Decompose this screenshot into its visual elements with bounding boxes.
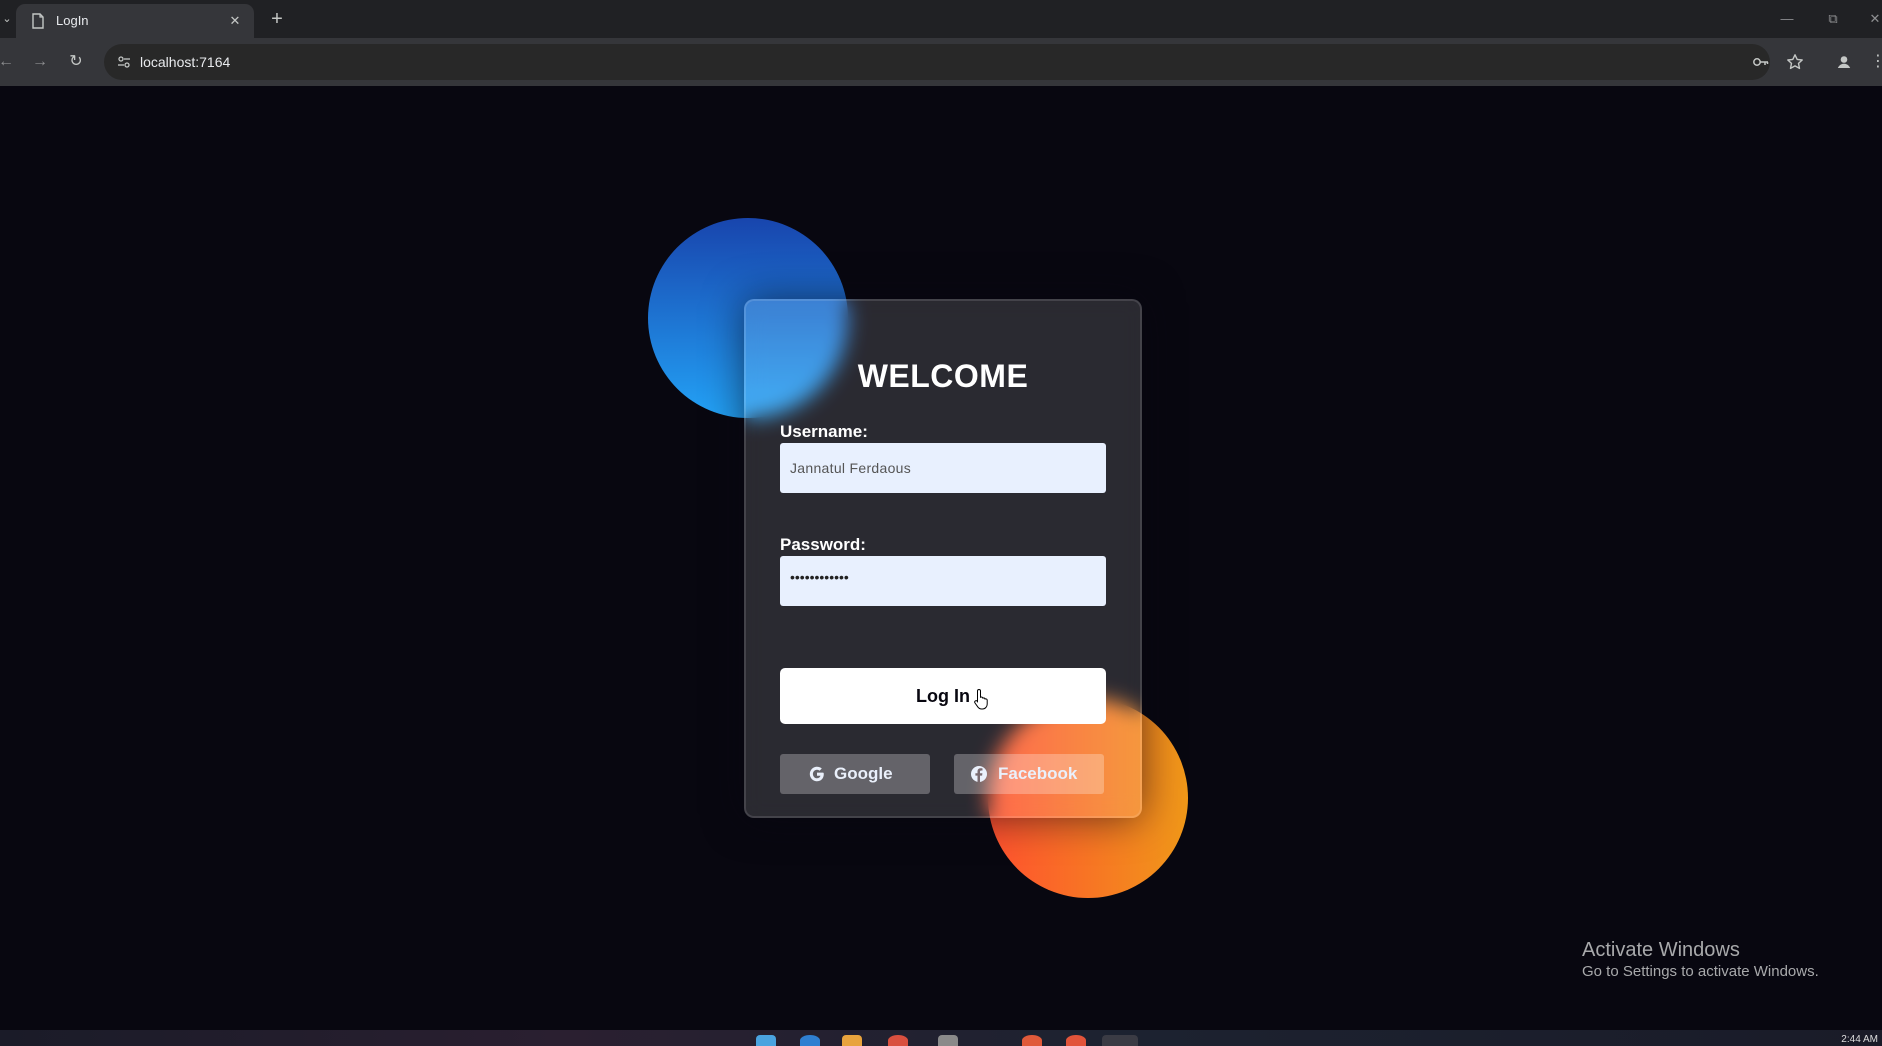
forward-arrow-icon[interactable]: →: [28, 50, 52, 74]
taskbar-folder-icon[interactable]: [842, 1035, 862, 1046]
tab-close-icon[interactable]: ✕: [226, 12, 244, 30]
site-info-icon[interactable]: [116, 54, 132, 70]
page-favicon-icon: [32, 13, 44, 29]
bookmark-star-icon[interactable]: [1786, 53, 1804, 71]
page-viewport: WELCOME Username: Jannatul Ferdaous Pass…: [0, 86, 1882, 1030]
facebook-button-label: Facebook: [998, 764, 1078, 783]
username-label: Username:: [780, 422, 868, 441]
password-key-icon[interactable]: [1752, 53, 1770, 71]
tab-title: LogIn: [56, 13, 89, 28]
tab-search-chevron-icon[interactable]: ⌄: [0, 10, 14, 28]
taskbar-clock: 2:44 AM: [1841, 1034, 1878, 1045]
profile-avatar-icon[interactable]: [1834, 52, 1854, 72]
start-windows-icon[interactable]: [756, 1035, 776, 1046]
login-button-label: Log In: [916, 686, 970, 706]
facebook-f-icon: [971, 766, 987, 782]
taskbar-edge-icon[interactable]: [800, 1035, 820, 1046]
taskbar-app3-icon[interactable]: [1066, 1035, 1086, 1046]
google-login-button[interactable]: Google: [780, 754, 930, 794]
back-arrow-icon[interactable]: ←: [0, 50, 18, 74]
reload-icon[interactable]: ↻: [64, 50, 88, 74]
password-masked-value: ••••••••••••: [790, 569, 849, 585]
new-tab-plus-icon[interactable]: +: [266, 8, 288, 30]
login-button[interactable]: Log In: [780, 668, 1106, 724]
google-g-icon: [809, 766, 824, 782]
taskbar-chrome-icon[interactable]: [888, 1035, 908, 1046]
browser-tab[interactable]: LogIn ✕: [16, 4, 254, 38]
url-text: localhost:7164: [140, 54, 231, 70]
username-input[interactable]: Jannatul Ferdaous: [780, 443, 1106, 493]
google-button-label: Google: [834, 764, 893, 783]
taskbar-app-icon[interactable]: [938, 1035, 958, 1046]
mouse-pointer-hand-icon: [974, 688, 988, 710]
restore-icon[interactable]: ⧉: [1822, 9, 1844, 29]
password-label: Password:: [780, 535, 866, 554]
facebook-login-button[interactable]: Facebook: [954, 754, 1104, 794]
activate-windows-watermark: Activate Windows Go to Settings to activ…: [1582, 938, 1819, 981]
form-title: WELCOME: [857, 358, 1029, 394]
minimize-icon[interactable]: —: [1776, 9, 1798, 29]
windows-taskbar: 2:44 AM: [0, 1030, 1882, 1046]
login-form: WELCOME Username: Jannatul Ferdaous Pass…: [744, 299, 1142, 818]
browser-menu-icon[interactable]: ⋮: [1870, 52, 1882, 72]
address-bar[interactable]: localhost:7164: [104, 44, 1803, 80]
browser-toolbar: ← → ↻ localhost:7164 ⋮: [0, 38, 1882, 86]
taskbar-app2-icon[interactable]: [1022, 1035, 1042, 1046]
browser-tab-bar: ⌄ LogIn ✕ + — ⧉ ✕: [0, 0, 1882, 38]
watermark-subtitle: Go to Settings to activate Windows.: [1582, 963, 1819, 980]
taskbar-active-app-icon[interactable]: [1102, 1035, 1138, 1046]
username-value: Jannatul Ferdaous: [790, 460, 912, 476]
watermark-title: Activate Windows: [1582, 939, 1740, 961]
close-window-icon[interactable]: ✕: [1864, 9, 1882, 29]
password-input[interactable]: ••••••••••••: [780, 556, 1106, 606]
